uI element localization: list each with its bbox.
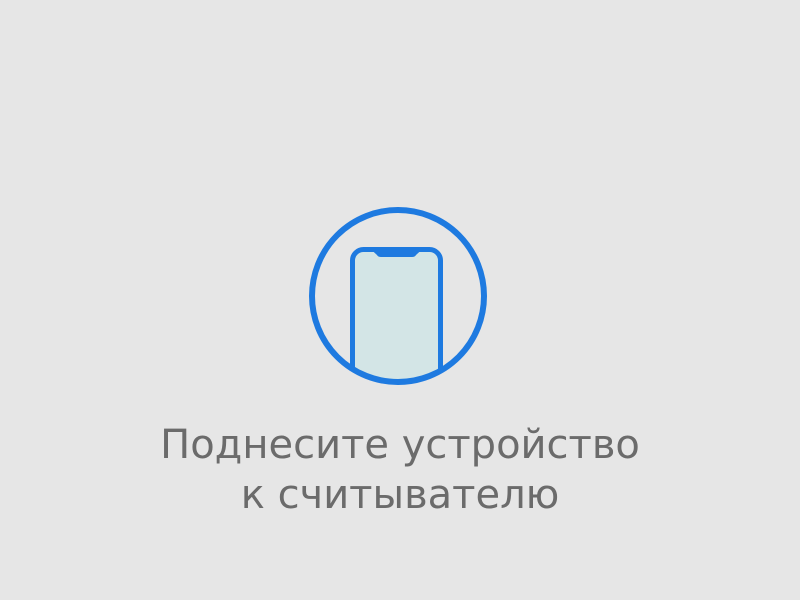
phone-icon xyxy=(350,247,443,382)
phone-in-circle-icon xyxy=(309,207,487,385)
phone-tap-icon xyxy=(305,203,491,389)
tap-device-screen: Поднесите устройство к считывателю xyxy=(0,0,800,600)
instruction-line-1: Поднесите устройство xyxy=(160,422,640,468)
tap-instruction-text: Поднесите устройство к считывателю xyxy=(0,420,800,520)
instruction-line-2: к считывателю xyxy=(240,472,560,518)
